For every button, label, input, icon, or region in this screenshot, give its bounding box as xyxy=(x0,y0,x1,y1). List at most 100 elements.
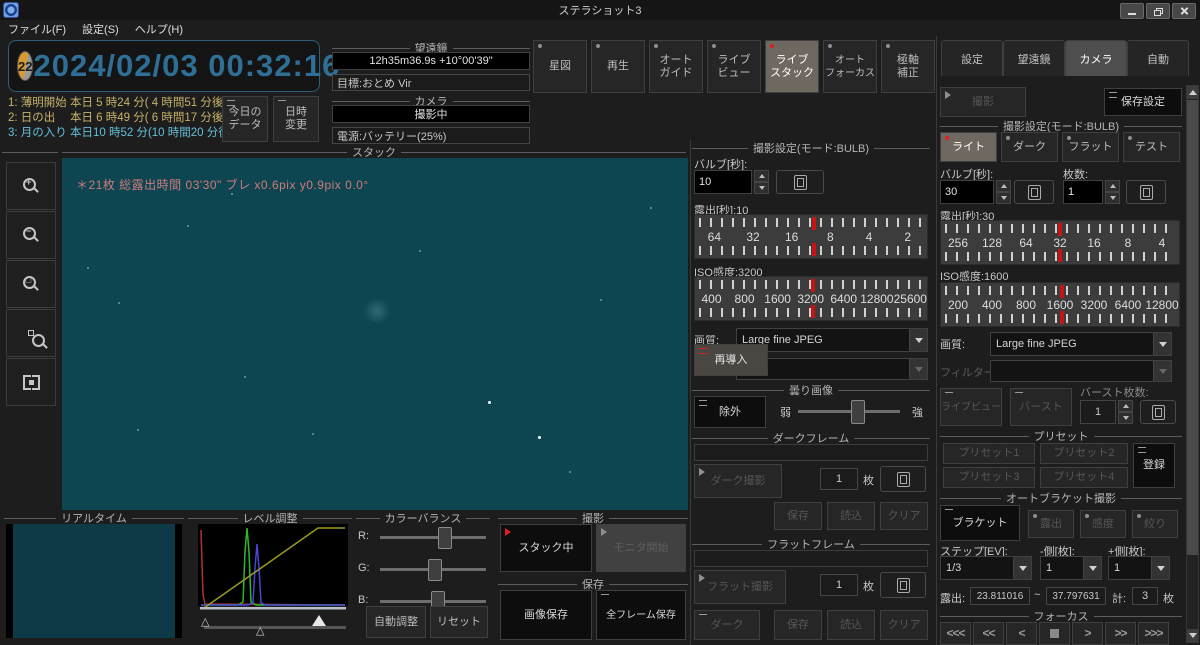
bulb-input[interactable]: 30 xyxy=(940,180,994,204)
type-flat-button[interactable]: フラット xyxy=(1062,132,1119,162)
flat-shoot-button[interactable]: フラット撮影 xyxy=(694,570,786,604)
panel-scrollbar[interactable] xyxy=(1186,85,1199,643)
flat-count-input[interactable]: 1 xyxy=(820,574,858,596)
bracket-exposure-button[interactable]: 露出 xyxy=(1028,510,1074,538)
preset2-button[interactable]: プリセット2 xyxy=(1040,443,1128,464)
exposure-scale[interactable]: 643216 842 xyxy=(694,214,928,259)
slider-thumb[interactable] xyxy=(428,559,442,581)
focus-out-med-button[interactable]: >> xyxy=(1105,622,1136,645)
burst-count-input[interactable]: 1 xyxy=(1080,400,1116,424)
minimize-button[interactable] xyxy=(1120,3,1144,19)
iso-scale[interactable]: 200400800 160032006400 12800 xyxy=(940,282,1180,327)
save-settings-button[interactable]: 保存設定 xyxy=(1104,88,1182,116)
mode-autofocus-button[interactable]: オートフォーカス xyxy=(823,40,877,93)
preset1-button[interactable]: プリセット1 xyxy=(943,443,1035,464)
mode-starchart-button[interactable]: 星図 xyxy=(533,40,587,93)
flat-clear-button[interactable]: クリア xyxy=(880,610,928,640)
mode-liveview-button[interactable]: ライブビュー xyxy=(707,40,761,93)
red-slider[interactable] xyxy=(380,536,486,539)
burst-stepper[interactable] xyxy=(1118,400,1133,424)
bulb-stepper[interactable] xyxy=(754,170,769,194)
tab-auto[interactable]: 自動 xyxy=(1127,40,1189,76)
stacking-button[interactable]: スタック中 xyxy=(500,524,592,572)
menu-help[interactable]: ヘルプ(H) xyxy=(127,21,191,37)
scroll-up-button[interactable] xyxy=(1187,86,1198,99)
remote-release-button[interactable] xyxy=(1014,180,1054,204)
tab-telescope[interactable]: 望遠鏡 xyxy=(1003,40,1065,76)
mid-point-handle[interactable]: △ xyxy=(256,624,264,637)
bulb-input[interactable]: 10 xyxy=(694,170,752,194)
minus-side-dropdown[interactable]: 1 xyxy=(1040,556,1102,580)
register-button[interactable]: 登録 xyxy=(1133,443,1175,488)
dark-shoot-button[interactable]: ダーク撮影 xyxy=(694,464,782,498)
focus-out-fast-button[interactable]: >>> xyxy=(1138,622,1169,645)
mode-polaralign-button[interactable]: 極軸補正 xyxy=(881,40,935,93)
scroll-down-button[interactable] xyxy=(1187,629,1198,642)
mode-livestack-button[interactable]: ライブスタック xyxy=(765,40,819,93)
restore-button[interactable] xyxy=(1146,3,1170,19)
stacked-image-view[interactable]: ＊21枚 総露出時間 03'30" ブレ x0.6pix y0.9pix 0.0… xyxy=(62,158,688,510)
realtime-preview[interactable] xyxy=(6,524,182,638)
step-dropdown[interactable]: 1/3 xyxy=(940,556,1032,580)
fit-screen-button[interactable] xyxy=(6,358,56,406)
count-input[interactable]: 1 xyxy=(1063,180,1103,204)
menu-file[interactable]: ファイル(F) xyxy=(0,21,74,37)
zoom-in-button[interactable]: + xyxy=(6,162,56,210)
scrollbar-thumb[interactable] xyxy=(1187,100,1198,555)
black-point-handle[interactable]: △ xyxy=(201,615,209,628)
cloud-threshold-slider[interactable] xyxy=(798,410,900,413)
dark-clear-button[interactable]: クリア xyxy=(880,502,928,530)
iso-scale[interactable]: 4008001600 3200640012800 25600 xyxy=(694,276,928,321)
close-button[interactable] xyxy=(1172,3,1196,19)
remote-release-button[interactable] xyxy=(1126,180,1166,204)
dark-count-input[interactable]: 1 xyxy=(820,468,858,490)
exposure-scale[interactable]: 25612864 32168 4 xyxy=(940,220,1180,265)
tab-camera[interactable]: カメラ xyxy=(1065,40,1127,76)
remote-release-button[interactable] xyxy=(1140,400,1176,424)
dark-frame-path[interactable] xyxy=(694,444,928,461)
zoom-out-button[interactable]: − xyxy=(6,211,56,259)
zoom-reset-button[interactable]: □ xyxy=(6,260,56,308)
dark-save-button[interactable]: 保存 xyxy=(774,502,822,530)
dark-load-button[interactable]: 読込 xyxy=(827,502,875,530)
slider-thumb[interactable] xyxy=(851,400,865,424)
white-point-handle[interactable] xyxy=(312,615,326,626)
focus-in-slow-button[interactable]: < xyxy=(1006,622,1037,645)
quality-dropdown[interactable]: Large fine JPEG xyxy=(990,332,1172,356)
remote-release-button[interactable] xyxy=(776,170,824,194)
type-test-button[interactable]: テスト xyxy=(1123,132,1180,162)
auto-adjust-button[interactable]: 自動調整 xyxy=(366,606,426,638)
green-slider[interactable] xyxy=(380,568,486,571)
image-save-button[interactable]: 画像保存 xyxy=(500,590,592,640)
bracket-aperture-button[interactable]: 絞り xyxy=(1132,510,1178,538)
focus-in-med-button[interactable]: << xyxy=(973,622,1004,645)
focus-out-slow-button[interactable]: > xyxy=(1072,622,1103,645)
blue-slider[interactable] xyxy=(380,600,486,603)
remote-release-button[interactable] xyxy=(880,466,926,492)
remote-release-button[interactable] xyxy=(880,572,926,598)
change-datetime-button[interactable]: 日時変更 xyxy=(273,96,319,142)
monitor-start-button[interactable]: モニタ開始 xyxy=(596,524,686,572)
loupe-button[interactable] xyxy=(6,309,56,357)
flat-load-button[interactable]: 読込 xyxy=(827,610,875,640)
bulb-stepper[interactable] xyxy=(996,180,1011,204)
preset3-button[interactable]: プリセット3 xyxy=(943,467,1035,488)
all-frames-save-button[interactable]: 全フレーム保存 xyxy=(596,590,686,640)
plus-side-dropdown[interactable]: 1 xyxy=(1108,556,1170,580)
burst-button[interactable]: バースト xyxy=(1010,388,1072,426)
reintroduce-button[interactable]: 再導入 xyxy=(694,344,768,376)
type-dark-button[interactable]: ダーク xyxy=(1001,132,1058,162)
reset-button[interactable]: リセット xyxy=(430,606,488,638)
bracket-iso-button[interactable]: 感度 xyxy=(1080,510,1126,538)
flat-save-button[interactable]: 保存 xyxy=(774,610,822,640)
liveview-button[interactable]: ライブビュー xyxy=(940,388,1002,426)
mode-playback-button[interactable]: 再生 xyxy=(591,40,645,93)
preset4-button[interactable]: プリセット4 xyxy=(1040,467,1128,488)
bracket-button[interactable]: ブラケット xyxy=(940,505,1020,541)
slider-thumb[interactable] xyxy=(438,527,452,549)
menu-settings[interactable]: 設定(S) xyxy=(74,21,127,37)
focus-stop-button[interactable] xyxy=(1039,622,1070,645)
exclude-button[interactable]: 除外 xyxy=(694,396,766,428)
today-data-button[interactable]: 今日のデータ xyxy=(222,96,268,142)
shoot-button[interactable]: 撮影 xyxy=(940,87,1026,117)
